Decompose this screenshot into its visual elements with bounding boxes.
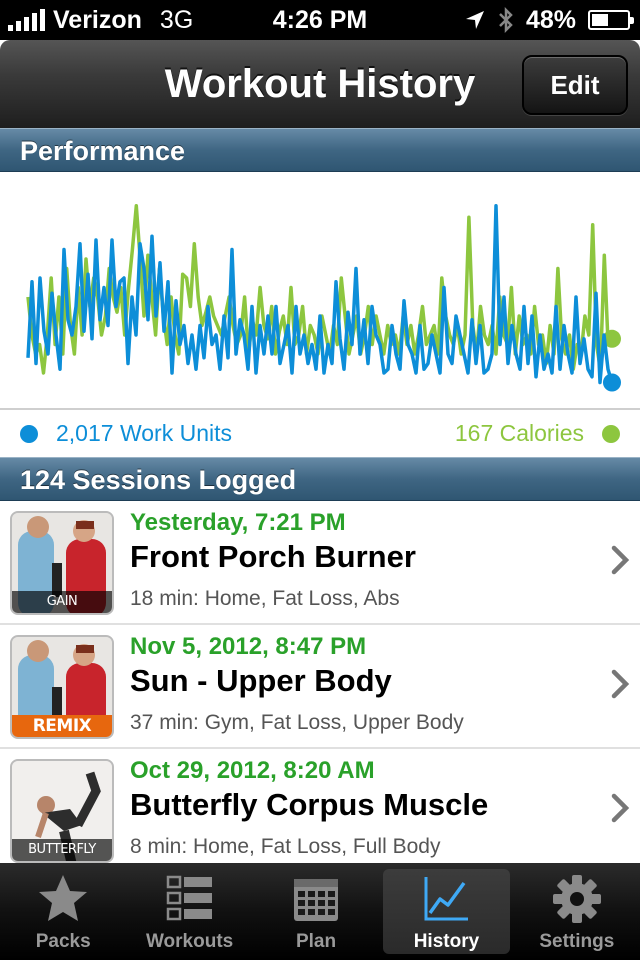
session-details: 8 min: Home, Fat Loss, Full Body bbox=[130, 835, 441, 858]
session-list: GAIN STRENGTH_ Yesterday, 7:21 PM Front … bbox=[0, 501, 640, 863]
session-row[interactable]: GAIN STRENGTH_ Yesterday, 7:21 PM Front … bbox=[0, 501, 640, 625]
gear-icon bbox=[552, 875, 601, 923]
performance-chart bbox=[0, 172, 640, 410]
thumbnail-caption: BUTTERFLY YOGA bbox=[12, 839, 112, 861]
chevron-right-icon bbox=[611, 793, 630, 823]
tab-label: Packs bbox=[35, 931, 91, 952]
work-units-legend-dot bbox=[20, 424, 38, 443]
tab-bar: Packs Workouts Plan History Settings bbox=[0, 863, 640, 960]
session-name: Sun - Upper Body bbox=[130, 663, 392, 698]
battery-percent: 48% bbox=[525, 5, 576, 34]
edit-button[interactable]: Edit bbox=[522, 55, 628, 115]
work-units-end-marker bbox=[603, 373, 621, 392]
status-bar: Verizon 3G 4:26 PM 48% bbox=[0, 0, 640, 40]
session-row[interactable]: BUTTERFLY YOGA Oct 29, 2012, 8:20 AM But… bbox=[0, 749, 640, 863]
session-date: Yesterday, 7:21 PM bbox=[130, 509, 346, 536]
tab-history[interactable]: History bbox=[383, 869, 510, 954]
remix-badge: REMIX bbox=[12, 715, 112, 737]
work-units-legend: 2,017 Work Units bbox=[56, 420, 232, 446]
tab-settings[interactable]: Settings bbox=[514, 863, 640, 960]
battery-icon bbox=[588, 10, 634, 30]
tab-workouts[interactable]: Workouts bbox=[126, 863, 252, 960]
chevron-right-icon bbox=[611, 669, 630, 699]
tab-label: Plan bbox=[295, 931, 337, 952]
navigation-bar: Workout History Edit bbox=[0, 40, 640, 128]
session-details: 18 min: Home, Fat Loss, Abs bbox=[130, 587, 400, 610]
chart-icon bbox=[424, 877, 469, 921]
session-row[interactable]: REMIX Nov 5, 2012, 8:47 PM Sun - Upper B… bbox=[0, 625, 640, 749]
session-date: Nov 5, 2012, 8:47 PM bbox=[130, 633, 367, 660]
performance-section-header: Performance bbox=[0, 128, 640, 172]
session-name: Front Porch Burner bbox=[130, 539, 416, 574]
tab-label: History bbox=[413, 931, 480, 952]
tab-label: Settings bbox=[539, 931, 615, 952]
session-name: Butterfly Corpus Muscle bbox=[130, 787, 489, 822]
sessions-section-header: 124 Sessions Logged bbox=[0, 457, 640, 501]
chart-legend: 2,017 Work Units 167 Calories bbox=[0, 410, 640, 457]
tab-packs[interactable]: Packs bbox=[0, 863, 126, 960]
signal-strength-icon bbox=[8, 9, 45, 31]
workout-thumbnail: GAIN STRENGTH_ bbox=[10, 511, 114, 615]
tab-label: Workouts bbox=[145, 931, 234, 952]
work-units-line bbox=[26, 204, 614, 385]
star-icon bbox=[39, 875, 88, 921]
chevron-right-icon bbox=[611, 545, 630, 575]
calories-legend: 167 Calories bbox=[454, 420, 584, 446]
session-details: 37 min: Gym, Fat Loss, Upper Body bbox=[130, 711, 464, 734]
tab-plan[interactable]: Plan bbox=[253, 863, 379, 960]
session-date: Oct 29, 2012, 8:20 AM bbox=[130, 757, 375, 784]
workout-thumbnail: BUTTERFLY YOGA bbox=[10, 759, 114, 863]
bluetooth-icon bbox=[499, 7, 513, 33]
network-type: 3G bbox=[159, 5, 194, 34]
carrier-name: Verizon bbox=[53, 5, 142, 34]
calories-legend-dot bbox=[602, 424, 620, 443]
performance-chart-svg bbox=[26, 204, 621, 392]
battery-fill bbox=[592, 14, 609, 26]
thumbnail-caption: GAIN STRENGTH_ bbox=[12, 591, 112, 613]
list-icon bbox=[166, 875, 212, 921]
workout-thumbnail: REMIX bbox=[10, 635, 114, 739]
calendar-icon bbox=[294, 879, 339, 921]
location-arrow-icon bbox=[465, 11, 484, 29]
